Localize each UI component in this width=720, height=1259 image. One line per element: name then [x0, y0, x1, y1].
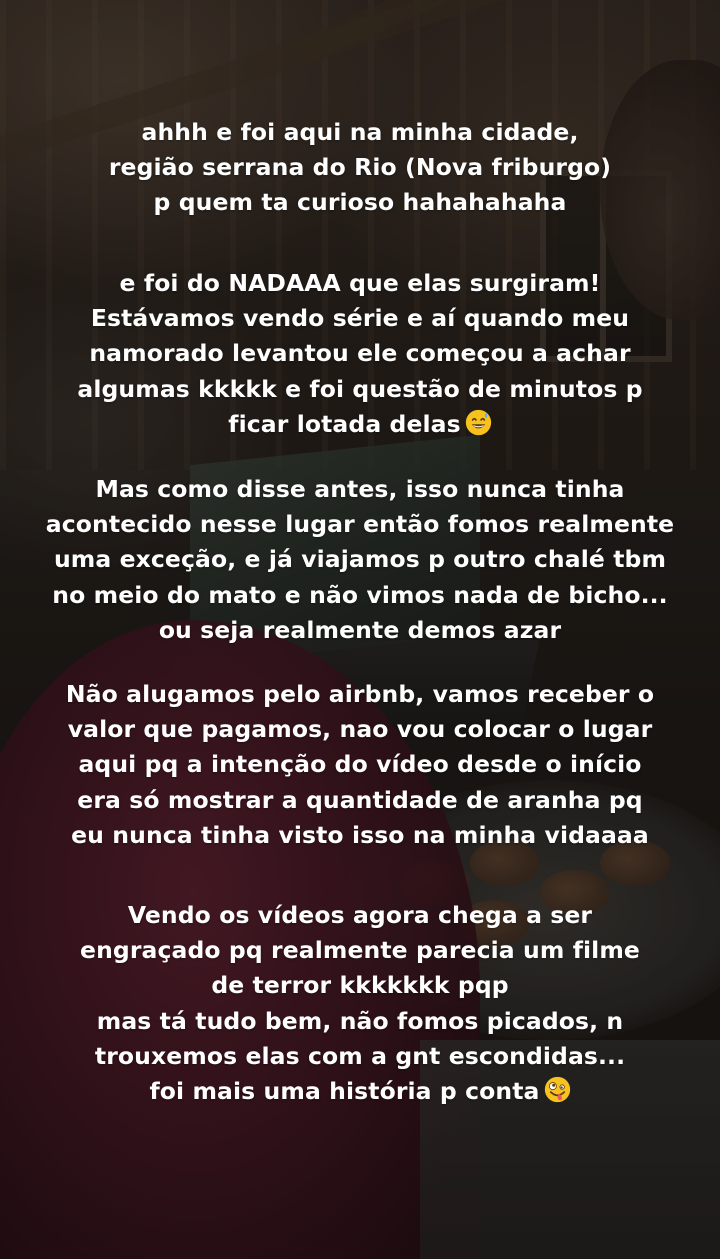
story-text: ahhh e foi aqui na minha cidade, região … — [0, 0, 720, 1259]
text-line: e foi do NADAAA que elas surgiram! — [119, 269, 601, 297]
text-line: aqui pq a intenção do vídeo desde o iníc… — [78, 750, 642, 779]
text-line: valor que pagamos, nao vou colocar o lug… — [67, 715, 653, 744]
text-line: no meio do mato e não vimos nada de bich… — [52, 580, 668, 609]
text-line-with-emoji: foi mais uma história p conta — [0, 1074, 720, 1109]
paragraph-excecao: Mas como disse antes, isso nunca tinha a… — [0, 472, 720, 648]
text-line: ficar lotada delas — [228, 409, 461, 438]
text-line: de terror kkkkkkk pqp — [211, 971, 509, 1000]
story-viewer[interactable]: ahhh e foi aqui na minha cidade, região … — [0, 0, 720, 1259]
grinning-face-with-sweat-icon — [465, 409, 491, 435]
text-line: Estávamos vendo série e aí quando meu — [90, 304, 630, 333]
text-line: trouxemos elas com a gnt escondidas... — [94, 1041, 626, 1070]
text-line: Vendo os vídeos agora chega a ser — [127, 901, 593, 929]
text-line: região serrana do Rio (Nova friburgo) — [108, 153, 612, 182]
text-line: era só mostrar a quantidade de aranha pq — [77, 785, 643, 814]
text-line: eu nunca tinha visto isso na minha vidaa… — [71, 820, 649, 849]
text-line: ou seja realmente demos azar — [158, 615, 562, 644]
paragraph-surgiram: e foi do NADAAA que elas surgiram! Estáv… — [0, 266, 720, 442]
text-line: Não alugamos pelo airbnb, vamos receber … — [65, 680, 655, 708]
text-line-with-emoji: ficar lotada delas — [0, 407, 720, 442]
text-line: ahhh e foi aqui na minha cidade, — [141, 118, 579, 146]
text-line: engraçado pq realmente parecia um filme — [80, 936, 640, 965]
text-line: acontecido nesse lugar então fomos realm… — [45, 510, 675, 539]
text-line: algumas kkkkk e foi questão de minutos p — [77, 374, 643, 403]
paragraph-videos: Vendo os vídeos agora chega a ser engraç… — [0, 898, 720, 1109]
zany-face-icon — [544, 1076, 570, 1103]
paragraph-location: ahhh e foi aqui na minha cidade, região … — [0, 115, 720, 221]
text-line: foi mais uma história p conta — [149, 1077, 540, 1106]
text-line: namorado levantou ele começou a achar — [89, 339, 631, 368]
text-line: p quem ta curioso hahahahaha — [153, 188, 567, 217]
text-line: Mas como disse antes, isso nunca tinha — [95, 475, 625, 503]
text-line: uma exceção, e já viajamos p outro chalé… — [53, 545, 667, 574]
paragraph-airbnb: Não alugamos pelo airbnb, vamos receber … — [0, 677, 720, 853]
text-line: mas tá tudo bem, não fomos picados, n — [96, 1006, 624, 1035]
